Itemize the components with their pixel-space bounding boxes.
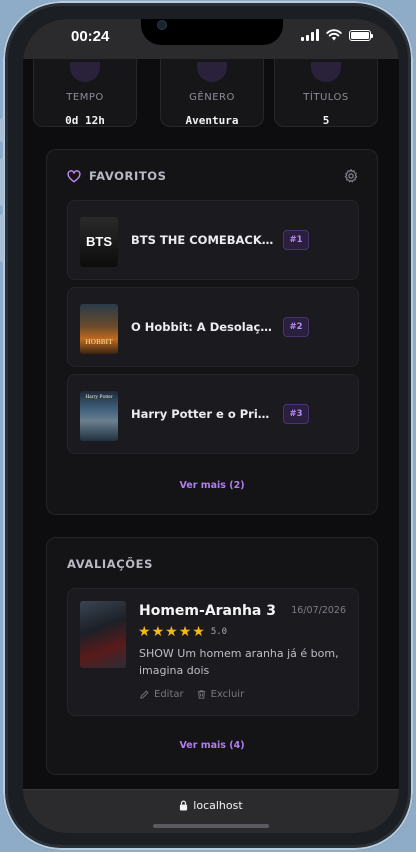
stat-value: Aventura xyxy=(185,114,239,127)
rank-badge: #3 xyxy=(283,404,309,424)
reviews-see-more-link[interactable]: Ver mais (4) xyxy=(47,740,377,751)
screen: 00:24 TEMPO 0d 12h GÊNERO Aventura TÍTUL… xyxy=(23,19,399,833)
wifi-icon xyxy=(326,29,342,41)
favorites-header: FAVORITOS xyxy=(67,169,167,183)
genre-icon xyxy=(197,62,227,82)
battery-icon xyxy=(349,29,373,41)
notch xyxy=(141,19,283,45)
browser-bottom-bar: localhost xyxy=(23,789,399,833)
review-actions: Editar Excluir xyxy=(139,689,244,700)
status-bar: 00:24 xyxy=(23,19,399,59)
favorite-item-2[interactable]: HOBBIT O Hobbit: A Desolação ... #2 xyxy=(67,287,359,367)
phone-frame: 00:24 TEMPO 0d 12h GÊNERO Aventura TÍTUL… xyxy=(3,1,413,850)
edit-button[interactable]: Editar xyxy=(139,689,184,700)
poster-image: Harry Potter xyxy=(80,391,118,441)
stat-label: GÊNERO xyxy=(189,92,235,103)
lock-icon xyxy=(180,800,188,811)
poster-image: HOBBIT xyxy=(80,304,118,354)
clock-icon xyxy=(70,62,100,82)
volume-up-button xyxy=(0,158,4,206)
url-text: localhost xyxy=(193,799,243,812)
poster-text: Harry Potter xyxy=(85,394,113,400)
favorite-item-3[interactable]: Harry Potter Harry Potter e o Prisio... … xyxy=(67,374,359,454)
titles-icon xyxy=(311,62,341,82)
mute-switch xyxy=(0,118,4,142)
favorites-title: FAVORITOS xyxy=(89,169,167,183)
favorite-title: BTS THE COMEBACK L... xyxy=(131,233,275,247)
rank-badge: #1 xyxy=(283,230,309,250)
review-text: SHOW Um homem aranha já é bom, imagina d… xyxy=(139,647,339,677)
poster-image xyxy=(80,601,126,668)
stat-value: 5 xyxy=(322,114,330,127)
reviews-title: AVALIAÇÕES xyxy=(67,557,154,571)
favorite-item-1[interactable]: BTS BTS THE COMEBACK L... #1 xyxy=(67,200,359,280)
gear-icon[interactable] xyxy=(343,168,359,184)
star-icon: ★ xyxy=(151,624,165,640)
review-date: 16/07/2026 xyxy=(291,605,346,616)
page-content: TEMPO 0d 12h GÊNERO Aventura TÍTULOS 5 F… xyxy=(23,19,399,789)
poster-text: BTS xyxy=(86,234,112,249)
favorite-title: O Hobbit: A Desolação ... xyxy=(131,320,275,334)
signal-icon xyxy=(301,29,319,41)
star-icon: ★ xyxy=(192,624,205,640)
poster-image: BTS xyxy=(80,217,118,267)
camera-icon xyxy=(157,20,167,30)
rank-badge: #2 xyxy=(283,317,309,337)
poster-text: HOBBIT xyxy=(85,338,113,346)
delete-label: Excluir xyxy=(210,689,245,700)
trash-icon xyxy=(197,690,205,699)
status-icons xyxy=(301,29,373,41)
favorites-see-more-link[interactable]: Ver mais (2) xyxy=(47,480,377,491)
stat-label: TÍTULOS xyxy=(303,92,349,103)
stat-label: TEMPO xyxy=(66,92,104,103)
rating-score: 5.0 xyxy=(210,627,228,637)
status-time: 00:24 xyxy=(71,28,110,45)
delete-button[interactable]: Excluir xyxy=(196,689,245,700)
reviews-card: AVALIAÇÕES Homem-Aranha 3 16/07/2026 ★ ★… xyxy=(46,537,378,775)
review-item: Homem-Aranha 3 16/07/2026 ★ ★ ★ ★ ★ 5.0 … xyxy=(67,588,359,716)
star-icon: ★ xyxy=(165,624,178,640)
stat-value: 0d 12h xyxy=(65,114,105,127)
star-rating: ★ ★ ★ ★ ★ 5.0 xyxy=(138,625,227,639)
star-icon: ★ xyxy=(178,624,192,640)
edit-label: Editar xyxy=(154,689,184,700)
volume-down-button xyxy=(0,214,4,262)
favorites-card: FAVORITOS BTS BTS THE COMEBACK L... #1 H… xyxy=(46,149,378,515)
home-indicator[interactable] xyxy=(153,824,269,828)
heart-icon xyxy=(67,169,81,182)
review-title: Homem-Aranha 3 xyxy=(139,603,276,619)
star-icon: ★ xyxy=(138,624,151,640)
address-bar[interactable]: localhost xyxy=(23,799,399,812)
pencil-icon xyxy=(140,690,149,699)
favorite-title: Harry Potter e o Prisio... xyxy=(131,407,275,421)
